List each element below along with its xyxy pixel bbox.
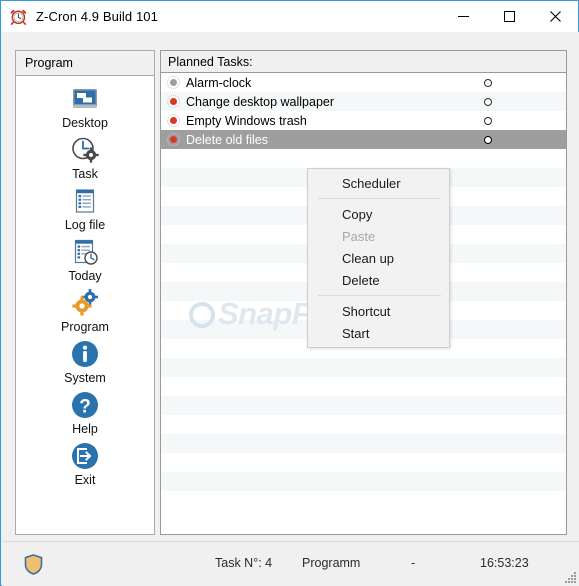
tab-program[interactable]: Program [16,51,154,76]
menu-item-scheduler[interactable]: Scheduler [308,172,449,194]
sidebar-item-task[interactable]: Task [16,134,154,182]
client-area: Program Desktop Task Log file Today Prog… [2,32,579,586]
menu-item-shortcut[interactable]: Shortcut [308,300,449,322]
empty-row [161,149,566,168]
sidebar-label-system: System [64,371,106,385]
sidebar-label-desktop: Desktop [62,116,108,130]
task-name: Empty Windows trash [186,113,307,128]
menu-label-copy: Copy [342,206,373,222]
menu-item-copy[interactable]: Copy [308,203,449,225]
sidebar-item-desktop[interactable]: Desktop [16,83,154,131]
table-row[interactable]: Change desktop wallpaper [161,92,566,111]
empty-row [161,434,566,453]
sidebar-item-list: Desktop Task Log file Today Program Syst… [16,76,154,488]
shield-icon [24,554,43,575]
monitor-icon [69,83,101,115]
document-list-icon [69,185,101,217]
main-window: Z-Cron 4.9 Build 101 Program Desktop Tas… [0,0,579,586]
status-detail: - [411,556,416,570]
document-clock-icon [69,236,101,268]
task-name: Delete old files [186,132,268,147]
status-task-count: Task N°: 4 [215,556,273,570]
menu-label-start: Start [342,325,370,341]
table-row-selected[interactable]: Delete old files [161,130,566,149]
status-dot-icon [167,76,180,89]
maximize-button[interactable] [486,1,532,32]
status-mode: Programm [302,556,361,570]
sidebar-item-program[interactable]: Program [16,287,154,335]
status-dot-icon [167,114,180,127]
sidebar-item-exit[interactable]: Exit [16,440,154,488]
menu-label-clean-up: Clean up [342,250,395,266]
task-name: Change desktop wallpaper [186,94,335,109]
window-title: Z-Cron 4.9 Build 101 [36,9,158,24]
table-row[interactable]: Empty Windows trash [161,111,566,130]
clock-gear-icon [69,134,101,166]
status-bar: Task N°: 4 Programm - 16:53:23 [2,541,579,586]
sidebar-label-help: Help [72,422,98,436]
exit-icon [69,440,101,472]
sidebar-label-task: Task [72,167,98,181]
menu-item-paste: Paste [308,225,449,247]
task-toggle-circle[interactable] [484,136,492,144]
menu-item-delete[interactable]: Delete [308,269,449,291]
menu-label-paste: Paste [342,228,376,244]
task-toggle-circle[interactable] [484,79,492,87]
task-name: Alarm-clock [186,75,252,90]
empty-row [161,453,566,472]
sidebar-label-program: Program [61,320,109,334]
sidebar-item-logfile[interactable]: Log file [16,185,154,233]
svg-text:?: ? [79,397,91,418]
context-menu: Scheduler Copy Paste Clean up Delete Sho… [307,168,450,348]
app-root: Z-Cron 4.9 Build 101 Program Desktop Tas… [0,0,579,586]
task-toggle-circle[interactable] [484,98,492,106]
window-controls [440,1,578,32]
menu-item-clean-up[interactable]: Clean up [308,247,449,269]
empty-row [161,472,566,491]
sidebar-label-today: Today [68,269,102,283]
menu-label-shortcut: Shortcut [342,303,391,319]
sidebar-panel: Program Desktop Task Log file Today Prog… [15,50,155,535]
sidebar-item-help[interactable]: ? Help [16,389,154,437]
sidebar-label-exit: Exit [74,473,96,487]
empty-row [161,358,566,377]
menu-label-scheduler: Scheduler [342,175,401,191]
close-button[interactable] [532,1,578,32]
question-icon: ? [69,389,101,421]
title-bar: Z-Cron 4.9 Build 101 [1,1,578,32]
empty-row [161,491,566,510]
menu-item-start[interactable]: Start [308,322,449,344]
info-icon [69,338,101,370]
sidebar-label-logfile: Log file [64,218,106,232]
sidebar-item-system[interactable]: System [16,338,154,386]
sidebar-item-today[interactable]: Today [16,236,154,284]
menu-separator [318,295,441,296]
resize-grip[interactable] [563,570,577,584]
status-dot-icon [167,95,180,108]
table-row[interactable]: Alarm-clock [161,73,566,92]
menu-separator [318,198,441,199]
planned-tasks-header: Planned Tasks: [161,51,566,73]
gears-icon [69,287,101,319]
empty-row [161,377,566,396]
status-dot-icon [167,133,180,146]
alarm-clock-icon [10,8,27,25]
status-time: 16:53:23 [480,556,529,570]
empty-row [161,415,566,434]
minimize-button[interactable] [440,1,486,32]
sidebar-tab-label: Program [25,56,73,70]
empty-row [161,396,566,415]
menu-label-delete: Delete [342,272,380,288]
task-toggle-circle[interactable] [484,117,492,125]
planned-tasks-header-label: Planned Tasks: [168,54,253,69]
